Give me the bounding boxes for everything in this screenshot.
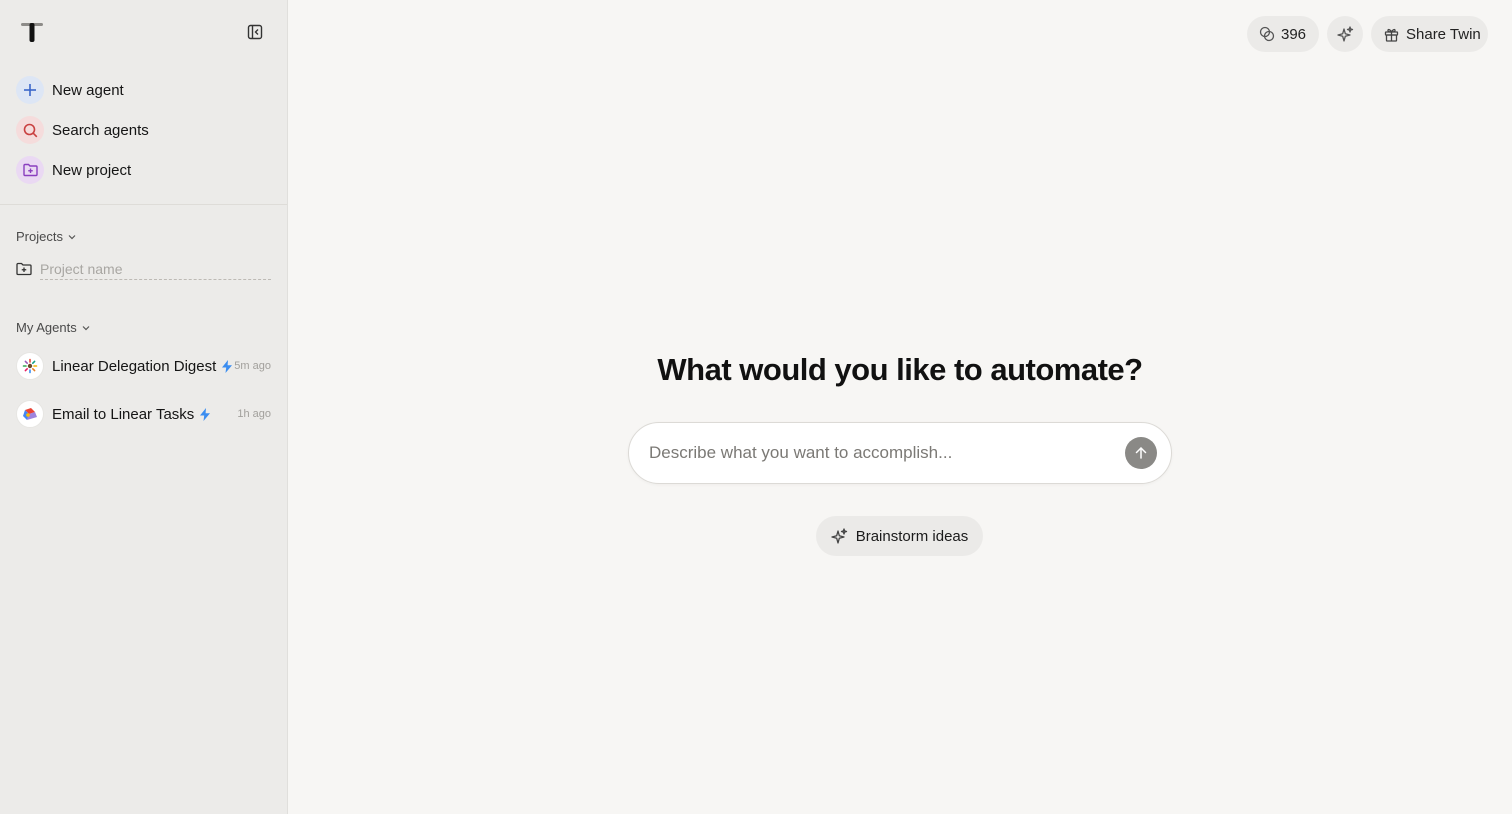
sparkle-icon bbox=[1336, 25, 1353, 42]
search-icon bbox=[16, 116, 44, 144]
share-twin-label: Share Twin bbox=[1406, 25, 1481, 43]
brainstorm-ideas-button[interactable]: Brainstorm ideas bbox=[816, 516, 983, 556]
agent-avatar bbox=[16, 352, 44, 380]
lightning-icon bbox=[200, 407, 211, 421]
agent-timestamp: 1h ago bbox=[237, 408, 271, 420]
plus-icon bbox=[16, 76, 44, 104]
page-headline: What would you like to automate? bbox=[657, 352, 1143, 387]
my-agents-section-toggle[interactable]: My Agents bbox=[16, 320, 91, 335]
project-name-input[interactable] bbox=[40, 258, 271, 280]
credits-count: 396 bbox=[1281, 25, 1307, 43]
app-logo[interactable] bbox=[20, 20, 44, 44]
share-twin-button[interactable]: Share Twin bbox=[1371, 16, 1488, 52]
agent-name: Linear Delegation Digest bbox=[52, 357, 217, 375]
collapse-sidebar-icon[interactable] bbox=[245, 23, 265, 41]
projects-section-toggle[interactable]: Projects bbox=[16, 229, 77, 244]
send-button[interactable] bbox=[1125, 437, 1157, 469]
gift-icon bbox=[1384, 28, 1399, 42]
sparkle-button[interactable] bbox=[1327, 16, 1363, 52]
search-agents-button[interactable]: Search agents bbox=[16, 116, 149, 144]
credits-button[interactable]: 396 bbox=[1247, 16, 1319, 52]
folder-plus-icon bbox=[16, 262, 32, 276]
my-agents-heading: My Agents bbox=[16, 320, 77, 335]
lightning-icon bbox=[222, 359, 233, 373]
search-agents-label: Search agents bbox=[52, 121, 149, 139]
sidebar: New agent Search agents New project Proj… bbox=[0, 0, 288, 814]
new-agent-button[interactable]: New agent bbox=[16, 76, 124, 104]
coins-icon bbox=[1259, 26, 1275, 42]
new-project-button[interactable]: New project bbox=[16, 156, 131, 184]
folder-plus-icon bbox=[16, 156, 44, 184]
chevron-down-icon bbox=[82, 325, 90, 330]
agent-name: Email to Linear Tasks bbox=[52, 405, 195, 423]
sidebar-divider bbox=[0, 204, 287, 205]
new-project-label: New project bbox=[52, 161, 132, 179]
new-agent-label: New agent bbox=[52, 81, 124, 99]
prompt-input[interactable] bbox=[649, 423, 1109, 483]
brainstorm-ideas-label: Brainstorm ideas bbox=[855, 527, 969, 545]
projects-heading: Projects bbox=[16, 229, 63, 244]
sparkle-icon bbox=[831, 527, 847, 544]
agent-timestamp: 5m ago bbox=[234, 360, 271, 372]
prompt-box bbox=[628, 422, 1172, 484]
agent-item[interactable]: Linear Delegation Digest 5m ago bbox=[16, 352, 271, 380]
agent-avatar bbox=[16, 400, 44, 428]
agent-item[interactable]: Email to Linear Tasks 1h ago bbox=[16, 400, 271, 428]
new-project-row bbox=[16, 258, 271, 280]
arrow-up-icon bbox=[1135, 447, 1147, 459]
chevron-down-icon bbox=[68, 234, 76, 239]
